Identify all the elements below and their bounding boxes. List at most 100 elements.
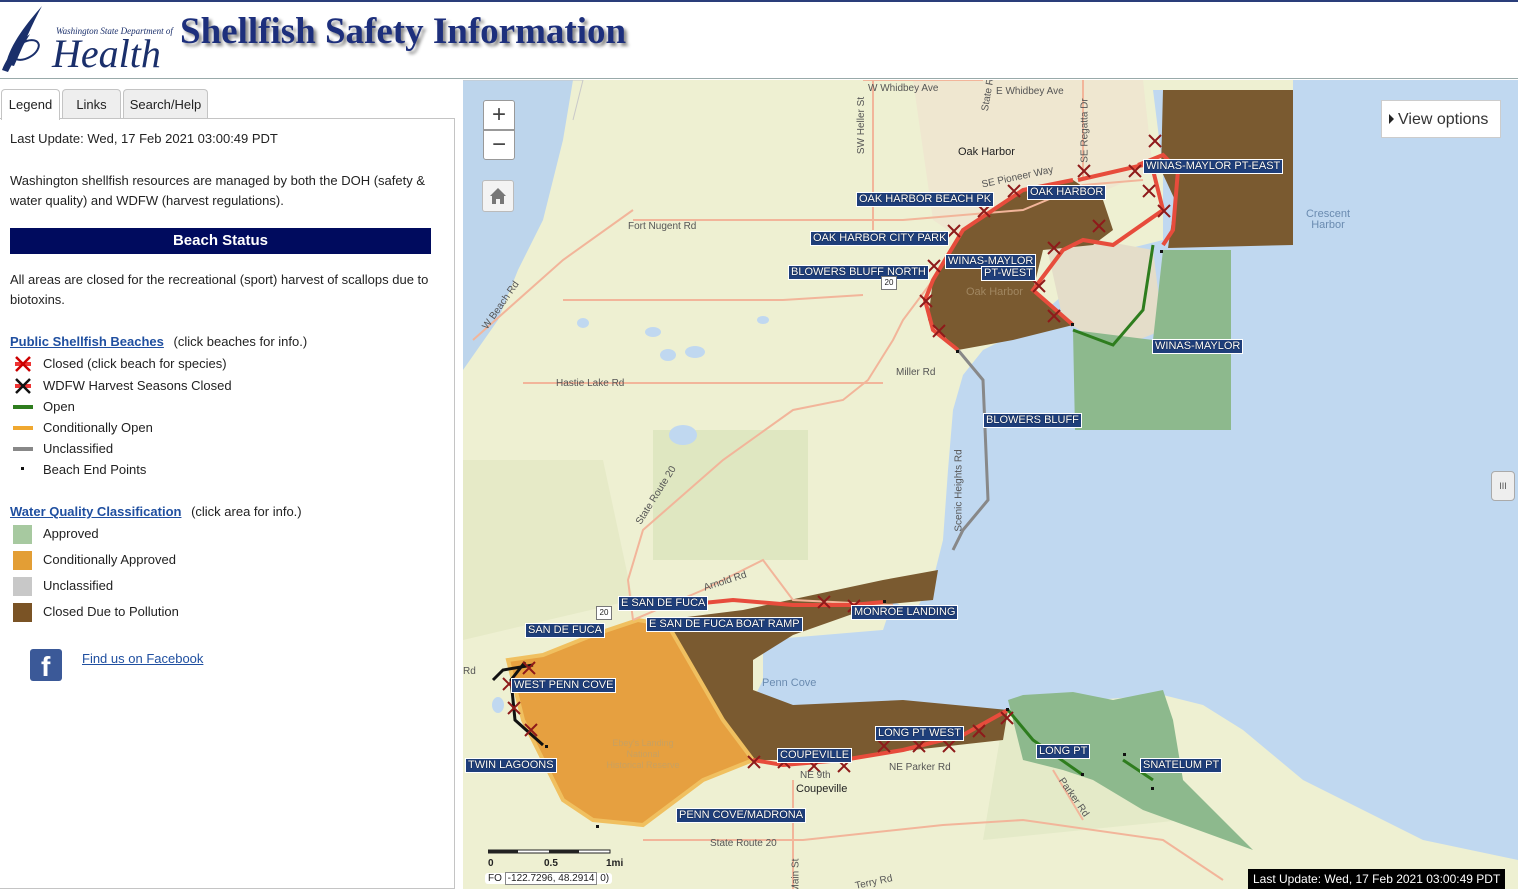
road-label: Miller Rd <box>896 367 936 378</box>
green-line-icon <box>13 405 33 409</box>
road-label: E Whidbey Ave <box>996 86 1064 97</box>
scale-tick: 0 <box>488 858 494 869</box>
road-label: Scenic Heights Rd <box>953 449 965 532</box>
status-note: All areas are closed for the recreationa… <box>10 272 429 307</box>
public-shellfish-beaches-link[interactable]: Public Shellfish Beaches <box>10 334 164 349</box>
doh-swoosh-icon <box>2 6 42 72</box>
scale-tick: 0.5 <box>544 858 558 869</box>
legend-label: Unclassified <box>43 578 114 593</box>
dot-icon <box>21 467 24 470</box>
beach-label[interactable]: WINAS-MAYLOR <box>1152 339 1244 354</box>
beach-label[interactable]: MONROE LANDING <box>851 605 959 620</box>
road-label: SE Regatta Dr <box>1079 98 1091 163</box>
legend-panel: Last Update: Wed, 17 Feb 2021 03:00:49 P… <box>0 118 455 889</box>
legend-label: WDFW Harvest Seasons Closed <box>43 378 232 393</box>
home-button[interactable] <box>482 180 514 212</box>
zoom-out-button[interactable]: − <box>483 130 515 160</box>
town-label: Oak Harbor <box>958 146 1015 158</box>
water-label: Crescent Harbor <box>1305 208 1351 231</box>
road-label: Hastie Lake Rd <box>556 378 625 389</box>
facebook-link-wrap: Find us on Facebook <box>82 649 282 669</box>
water-quality-link[interactable]: Water Quality Classification <box>10 504 181 519</box>
beach-label[interactable]: BLOWERS BLUFF <box>983 413 1082 428</box>
intro-text: Washington shellfish resources are manag… <box>10 173 426 208</box>
beach-label[interactable]: OAK HARBOR BEACH PK <box>856 192 995 207</box>
closed-pollution-swatch <box>13 603 32 622</box>
road-label: SW Heller St <box>856 96 868 155</box>
route-shield: 20 <box>881 276 897 290</box>
beach-label[interactable]: COUPEVILLE <box>777 748 853 763</box>
tab-links[interactable]: Links <box>62 89 121 118</box>
beach-label[interactable]: E SAN DE FUCA <box>618 596 709 611</box>
scale-bar: 0 0.5 1mi <box>488 848 623 872</box>
beach-label[interactable]: WEST PENN COVE <box>511 678 617 693</box>
scale-tick: 1mi <box>606 858 624 869</box>
orange-line-icon <box>13 426 33 430</box>
water-label: Penn Cove <box>762 677 817 689</box>
road-label: Fort Nugent Rd <box>628 221 697 232</box>
beaches-section: Public Shellfish Beaches (click beaches … <box>10 332 435 352</box>
beach-status-heading: Beach Status <box>10 228 431 254</box>
town-label: Oak Harbor <box>966 286 1023 298</box>
view-options-button[interactable]: View options <box>1381 100 1501 138</box>
water-hint: (click area for info.) <box>191 504 302 519</box>
road-label: Main St <box>790 858 802 889</box>
panel-resize-handle[interactable]: III <box>1491 471 1515 501</box>
doh-logo[interactable]: Washington State Department of Health <box>0 4 173 76</box>
legend-label: Conditionally Approved <box>43 552 176 567</box>
view-options-label: View options <box>1398 111 1489 128</box>
coords-prefix: FO <box>488 873 502 884</box>
tab-search-help[interactable]: Search/Help <box>123 89 208 118</box>
road-label: NE Parker Rd <box>889 762 951 773</box>
tab-legend[interactable]: Legend <box>1 89 60 120</box>
caret-right-icon <box>1389 114 1394 124</box>
legend-label: Closed Due to Pollution <box>43 604 179 619</box>
legend-label: Approved <box>43 526 99 541</box>
approved-swatch <box>13 525 32 544</box>
sidebar: Legend Links Search/Help Last Update: We… <box>0 80 463 889</box>
beach-label[interactable]: E SAN DE FUCA BOAT RAMP <box>646 617 803 632</box>
road-label: W Whidbey Ave <box>868 83 939 94</box>
legend-label: Unclassified <box>43 441 114 456</box>
legend-label: Conditionally Open <box>43 420 153 435</box>
facebook-link[interactable]: Find us on Facebook <box>82 651 203 666</box>
logo-health-text: Health <box>52 31 161 76</box>
beach-label[interactable]: PENN COVE/MADRONA <box>676 808 807 823</box>
beach-label[interactable]: WINAS-MAYLOR PT-EAST <box>1143 159 1284 174</box>
coords-value: -122.7296, 48.2914 <box>504 872 598 885</box>
unclassified-swatch <box>13 577 32 596</box>
zoom-in-button[interactable]: + <box>483 100 515 130</box>
beach-label[interactable]: SNATELUM PT <box>1140 758 1223 773</box>
beach-label[interactable]: OAK HARBOR <box>1027 185 1107 200</box>
app-header: Washington State Department of Health Sh… <box>0 0 1518 79</box>
coords-suffix: 0) <box>600 873 610 884</box>
scale-bar-graphic <box>488 849 611 854</box>
home-icon <box>490 188 506 204</box>
legend-label: Open <box>43 399 75 414</box>
facebook-icon[interactable]: f <box>30 649 62 682</box>
beach-label[interactable]: TWIN LAGOONS <box>465 758 557 773</box>
last-update-text: Last Update: Wed, 17 Feb 2021 03:00:49 P… <box>10 131 278 146</box>
conditionally-approved-swatch <box>13 551 32 570</box>
gray-line-icon <box>13 447 33 451</box>
beach-label[interactable]: PT-WEST <box>981 266 1036 281</box>
legend-label: Closed (click beach for species) <box>43 356 227 371</box>
beach-label[interactable]: BLOWERS BLUFF NORTH <box>788 265 929 280</box>
town-label: Coupeville <box>796 783 848 795</box>
legend-label: Beach End Points <box>43 462 147 477</box>
map-last-update: Last Update: Wed, 17 Feb 2021 03:00:49 P… <box>1248 869 1506 889</box>
map-view[interactable]: + − View options III WINAS-MAYLOR PT-EAS… <box>463 80 1518 889</box>
beach-label[interactable]: SAN DE FUCA <box>525 623 605 638</box>
water-quality-section: Water Quality Classification (click area… <box>10 502 435 522</box>
route-shield: 20 <box>596 606 612 620</box>
black-x-icon <box>15 378 31 394</box>
coordinates-readout: FO -122.7296, 48.2914 0) <box>485 872 613 885</box>
road-label: Rd <box>463 666 476 677</box>
red-x-icon <box>15 356 31 372</box>
road-label: NE 9th <box>800 770 831 781</box>
tab-bar: Legend Links Search/Help <box>0 89 460 120</box>
beach-label[interactable]: LONG PT <box>1036 744 1091 759</box>
road-label: State Route 20 <box>710 838 777 849</box>
beach-label[interactable]: OAK HARBOR CITY PARK <box>810 231 950 246</box>
beach-label[interactable]: LONG PT WEST <box>875 726 964 741</box>
